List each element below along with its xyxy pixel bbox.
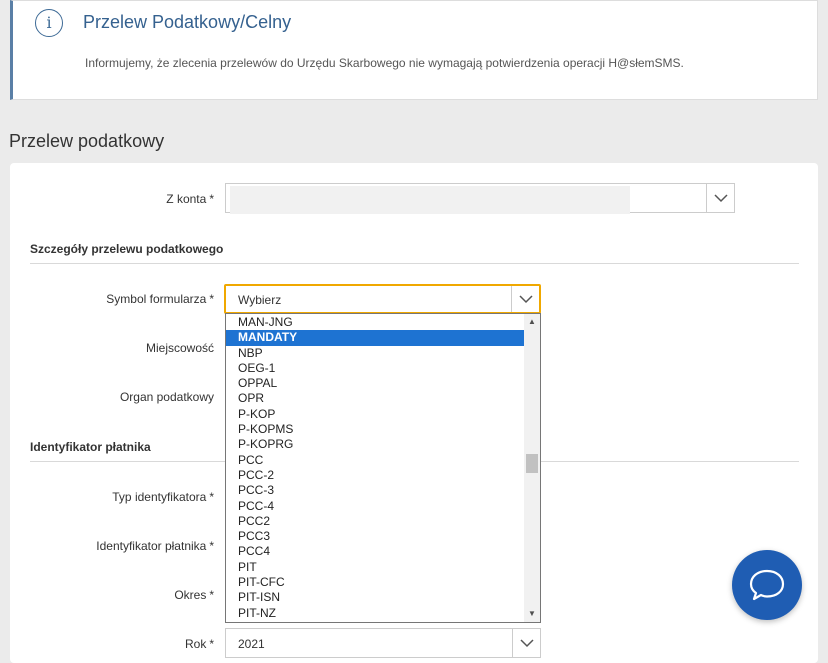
chevron-down-icon[interactable] <box>706 184 734 212</box>
dropdown-option[interactable]: PIT <box>226 560 524 575</box>
z-konta-label: Z konta * <box>166 192 214 206</box>
dropdown-option[interactable]: PCC2 <box>226 514 524 529</box>
chevron-down-icon[interactable] <box>511 286 539 312</box>
dropdown-option[interactable]: PCC3 <box>226 529 524 544</box>
payer-heading: Identyfikator płatnika <box>30 440 151 454</box>
dropdown-option[interactable]: NBP <box>226 346 524 361</box>
symbol-select[interactable]: Wybierz <box>224 284 541 314</box>
identyfikator-platnika-label: Identyfikator płatnika * <box>96 539 214 553</box>
miejscowosc-label: Miejscowość <box>145 341 214 355</box>
organ-label: Organ podatkowy <box>119 390 214 404</box>
chat-button[interactable] <box>732 550 802 620</box>
divider <box>30 263 799 264</box>
okres-label: Okres * <box>174 588 214 602</box>
symbol-dropdown-list[interactable]: MAN-JNG MANDATY NBP OEG-1 OPPAL OPR P-KOP P-KOP… <box>225 313 541 623</box>
info-title: Przelew Podatkowy/Celny <box>83 12 292 32</box>
dropdown-option[interactable]: PCC-3 <box>226 483 524 498</box>
page-title: Przelew podatkowy <box>9 131 165 151</box>
dropdown-option[interactable]: OPR <box>226 391 524 406</box>
info-banner: i Przelew Podatkowy/Celny Informujemy, ż… <box>10 0 818 100</box>
typ-identyfikatora-label: Typ identyfikatora * <box>112 490 214 504</box>
scroll-down-icon[interactable]: ▼ <box>524 606 540 622</box>
dropdown-option[interactable]: P-KOPMS <box>226 422 524 437</box>
dropdown-option[interactable]: MAN-JNG <box>226 315 524 330</box>
dropdown-option[interactable]: P-KOP <box>226 407 524 422</box>
dropdown-option[interactable]: OPPAL <box>226 376 524 391</box>
dropdown-option[interactable]: PCC-2 <box>226 468 524 483</box>
chevron-down-icon[interactable] <box>512 629 540 657</box>
account-select[interactable] <box>225 183 735 214</box>
dropdown-option[interactable]: PIT-ISN <box>226 590 524 605</box>
dropdown-option[interactable]: P-KOPRG <box>226 437 524 452</box>
info-text: Informujemy, że zlecenia przelewów do Ur… <box>85 56 684 70</box>
scroll-up-icon[interactable]: ▲ <box>524 314 540 330</box>
info-icon: i <box>35 9 63 37</box>
account-value-masked <box>230 186 630 214</box>
scrollbar-thumb[interactable] <box>526 454 538 473</box>
dropdown-option[interactable]: PCC <box>226 453 524 468</box>
details-heading: Szczegóły przelewu podatkowego <box>30 242 224 256</box>
dropdown-option[interactable]: PCC4 <box>226 544 524 559</box>
rok-select[interactable]: 2021 <box>225 628 541 658</box>
symbol-label: Symbol formularza * <box>106 292 214 306</box>
dropdown-option[interactable]: MANDATY <box>226 330 524 346</box>
dropdown-option[interactable]: PIT-CFC <box>226 575 524 590</box>
rok-label: Rok * <box>184 637 214 651</box>
dropdown-option[interactable]: PCC-4 <box>226 499 524 514</box>
chat-bubble-icon <box>749 569 785 601</box>
symbol-value: Wybierz <box>238 293 282 307</box>
dropdown-options: MAN-JNG MANDATY NBP OEG-1 OPPAL OPR P-KOP P-KOP… <box>226 315 524 621</box>
dropdown-option[interactable]: OEG-1 <box>226 361 524 376</box>
dropdown-option[interactable]: PIT-NZ <box>226 606 524 621</box>
rok-value: 2021 <box>238 637 265 651</box>
scrollbar[interactable]: ▲ ▼ <box>524 314 540 622</box>
